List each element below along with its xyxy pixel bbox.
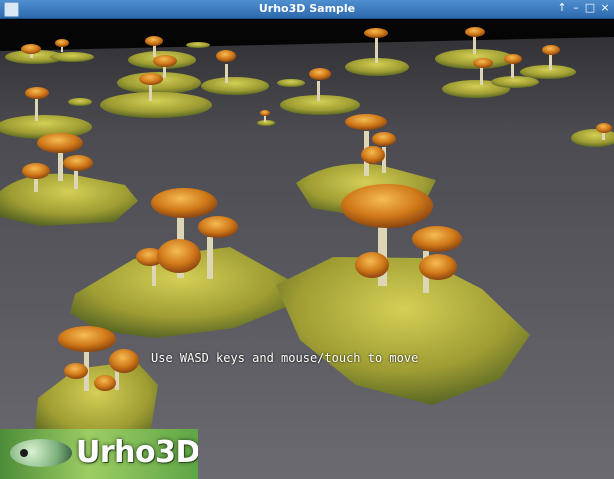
urho3d-logo: Urho3D	[0, 429, 198, 479]
keep-above-button[interactable]: ↑	[555, 1, 569, 15]
logo-text: Urho3D	[76, 435, 198, 470]
window-titlebar[interactable]: Urho3D Sample ↑ – □ ×	[0, 0, 614, 19]
minimize-button[interactable]: –	[569, 1, 583, 15]
close-button[interactable]: ×	[598, 1, 612, 15]
controls-hint: Use WASD keys and mouse/touch to move	[151, 351, 419, 365]
maximize-button[interactable]: □	[583, 1, 597, 15]
window-title: Urho3D Sample	[258, 2, 356, 15]
logo-fish-eye	[20, 449, 28, 457]
game-viewport[interactable]	[0, 19, 614, 479]
